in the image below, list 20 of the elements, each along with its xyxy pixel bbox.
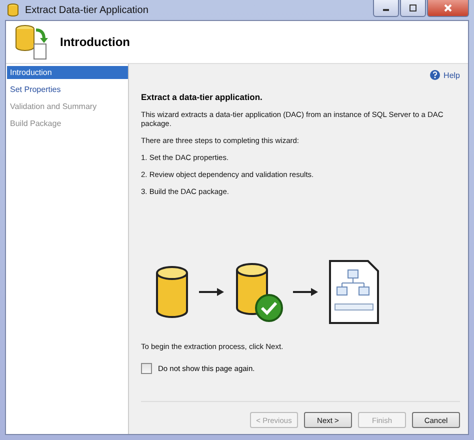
database-check-icon [235, 262, 283, 322]
database-icon [7, 3, 21, 17]
window-title: Extract Data-tier Application [25, 4, 148, 16]
section-heading: Extract a data-tier application. [141, 92, 264, 102]
maximize-icon [409, 4, 417, 12]
arrow-icon [293, 287, 319, 297]
database-icon [155, 265, 189, 319]
maximize-button[interactable] [400, 0, 426, 17]
sidebar-item[interactable]: Set Properties [7, 83, 128, 96]
close-icon [444, 4, 452, 12]
help-link[interactable]: Help [430, 70, 460, 80]
minimize-button[interactable] [373, 0, 399, 17]
help-icon [430, 70, 440, 80]
database-export-icon [14, 24, 48, 60]
diagram-document-icon [329, 260, 379, 324]
close-button[interactable] [427, 0, 469, 17]
sidebar-item[interactable]: Introduction [7, 66, 128, 79]
page-title: Introduction [60, 35, 130, 49]
arrow-icon [199, 287, 225, 297]
checkbox-box[interactable] [141, 363, 152, 374]
